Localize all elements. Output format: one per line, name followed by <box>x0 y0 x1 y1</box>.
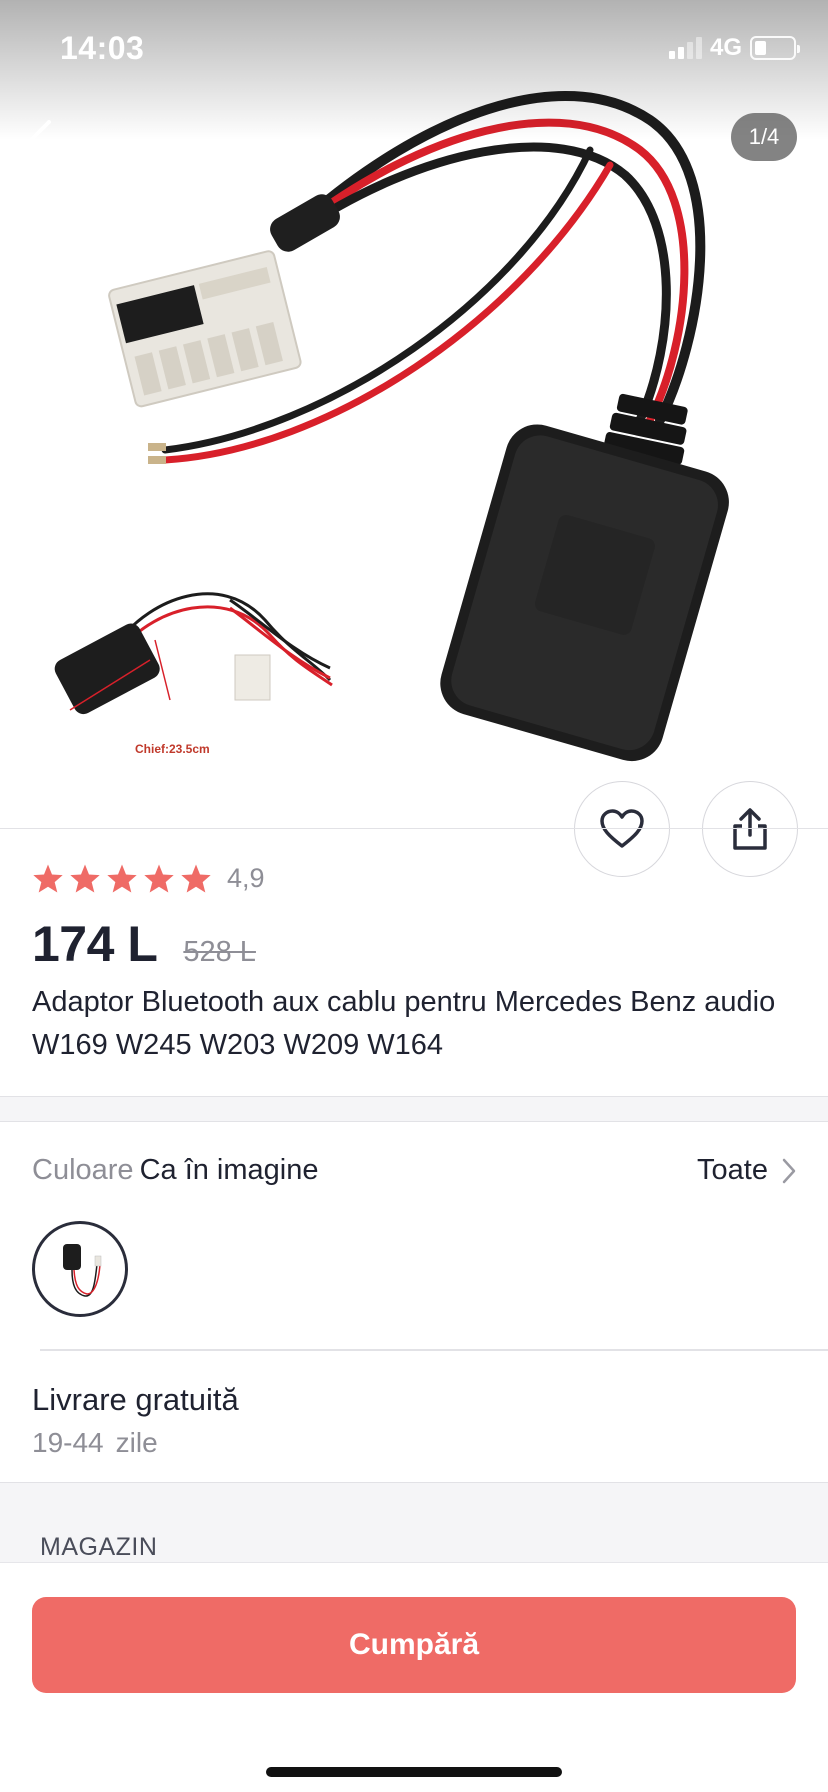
star-icon <box>70 864 100 893</box>
battery-level <box>755 41 766 55</box>
rating-value: 4,9 <box>227 863 265 893</box>
color-swatch-option[interactable] <box>32 1221 128 1317</box>
status-time: 14:03 <box>60 30 145 66</box>
delivery-time: 19-44 zile <box>32 1427 158 1459</box>
delivery-unit: zile <box>115 1427 158 1458</box>
gallery-page-counter: 1/4 <box>731 113 797 161</box>
rating: 4,9 <box>32 863 265 894</box>
network-type: 4G <box>709 34 742 61</box>
star-icon <box>181 864 211 893</box>
divider <box>40 1349 828 1351</box>
color-see-all[interactable]: Toate <box>697 1154 796 1187</box>
chevron-right-icon <box>782 1158 796 1183</box>
home-indicator[interactable] <box>266 1767 562 1777</box>
battery-icon <box>750 36 800 60</box>
product-title: Adaptor Bluetooth aux cablu pentru Merce… <box>32 986 776 1061</box>
delivery-days: 19-44 <box>32 1427 104 1458</box>
swatch-product-image <box>63 1244 102 1297</box>
star-icon <box>33 864 63 893</box>
status-bar: 14:03 4G <box>0 0 828 100</box>
star-icon <box>144 864 174 893</box>
product-image-gallery[interactable]: Chief:23.5cm 14:03 4G 1/4 <box>0 0 828 828</box>
color-value: Ca în imagine <box>139 1154 319 1186</box>
delivery-title: Livrare gratuită <box>32 1382 239 1417</box>
store-label: MAGAZIN <box>40 1533 158 1561</box>
original-price: 528 L <box>183 936 256 968</box>
color-see-all-label: Toate <box>697 1154 768 1186</box>
store-section: MAGAZIN <box>0 1482 828 1562</box>
bottom-action-bar: Cumpără <box>0 1562 828 1792</box>
price-row: 174 L 528 L <box>32 915 256 973</box>
color-label-text: Culoare <box>32 1154 134 1186</box>
section-separator <box>0 1096 828 1122</box>
status-indicators: 4G <box>668 34 800 62</box>
chevron-left-icon <box>29 120 51 160</box>
back-button[interactable] <box>18 112 62 168</box>
product-thumbnail: Chief:23.5cm <box>54 592 333 756</box>
color-label: Culoare Ca în imagine <box>32 1154 319 1187</box>
svg-text:Chief:23.5cm: Chief:23.5cm <box>135 742 210 756</box>
product-info: 4,9 174 L 528 L Adaptor Bluetooth aux ca… <box>0 828 828 1096</box>
star-icon <box>107 864 137 893</box>
color-selector-row[interactable]: Culoare Ca în imagine Toate <box>0 1122 828 1224</box>
rating-stars <box>32 863 212 894</box>
buy-button[interactable]: Cumpără <box>32 1597 796 1693</box>
signal-icon <box>668 37 702 59</box>
current-price: 174 L <box>32 916 158 972</box>
